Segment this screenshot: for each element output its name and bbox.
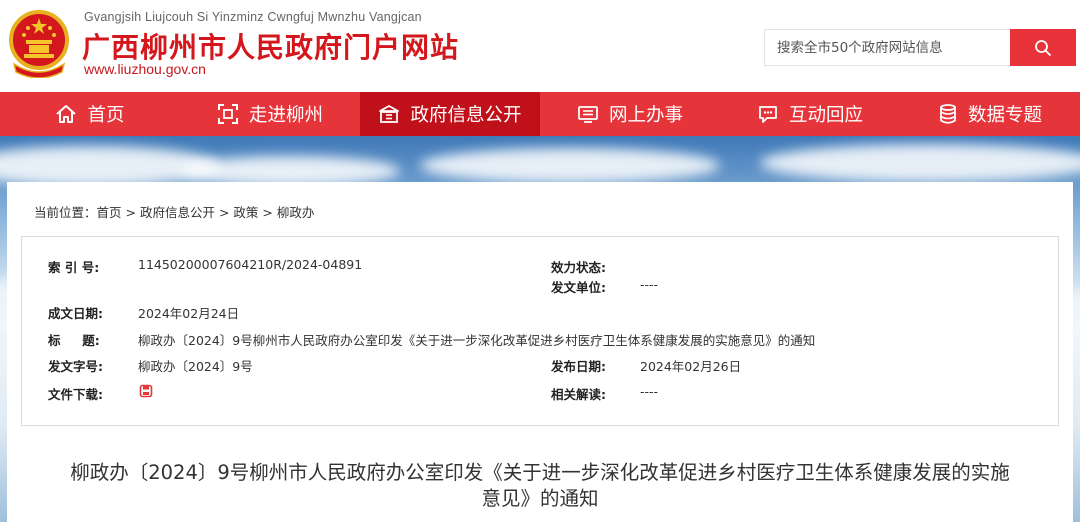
nav-home[interactable]: 首页 bbox=[0, 92, 180, 136]
site-pinyin: Gvangjsih Liujcouh Si Yinzminz Cwngfuj M… bbox=[84, 10, 422, 24]
document-title: 柳政办〔2024〕9号柳州市人民政府办公室印发《关于进一步深化改革促进乡村医疗卫… bbox=[7, 460, 1073, 512]
breadcrumb-sep: > bbox=[121, 205, 140, 220]
index-label: 索 引 号: bbox=[48, 260, 100, 275]
nav-online-services[interactable]: 网上办事 bbox=[540, 92, 720, 136]
status-label: 效力状态: bbox=[551, 260, 606, 275]
nav-data-topics[interactable]: 数据专题 bbox=[900, 92, 1080, 136]
monitor-icon bbox=[578, 106, 598, 123]
related-value: ---- bbox=[640, 384, 659, 399]
main-nav: 首页 走进柳州 政府信息公开 网上办事 互动回应 数据专题 bbox=[0, 92, 1080, 136]
nav-label: 走进柳州 bbox=[248, 105, 323, 126]
unit-value: ---- bbox=[640, 277, 659, 292]
site-title[interactable]: 广西柳州市人民政府门户网站 bbox=[82, 26, 459, 66]
nav-label: 网上办事 bbox=[608, 105, 683, 126]
breadcrumb-sep: > bbox=[258, 205, 277, 220]
document-info-table: 索 引 号: 11450200007604210R/2024-04891 效力状… bbox=[21, 236, 1059, 426]
document-title-line2: 意见》的通知 bbox=[481, 487, 599, 510]
breadcrumb-current[interactable]: 柳政办 bbox=[277, 205, 315, 220]
nav-interaction[interactable]: 互动回应 bbox=[720, 92, 900, 136]
chat-icon bbox=[759, 106, 777, 123]
nav-label: 数据专题 bbox=[967, 105, 1042, 126]
nav-label: 互动回应 bbox=[788, 105, 863, 126]
nav-about-liuzhou[interactable]: 走进柳州 bbox=[180, 92, 360, 136]
index-value: 11450200007604210R/2024-04891 bbox=[138, 257, 363, 272]
nav-label: 首页 bbox=[87, 105, 125, 126]
breadcrumb: 当前位置：首页 > 政府信息公开 > 政策 > 柳政办 bbox=[34, 202, 314, 221]
docno-value: 柳政办〔2024〕9号 bbox=[138, 359, 253, 374]
breadcrumb-gov-info[interactable]: 政府信息公开 bbox=[140, 205, 215, 220]
related-label: 相关解读: bbox=[551, 387, 606, 402]
pdf-download-icon[interactable] bbox=[139, 384, 153, 398]
pubdate-value: 2024年02月26日 bbox=[640, 359, 742, 374]
building-icon bbox=[379, 105, 400, 123]
database-icon bbox=[940, 104, 956, 124]
pubdate-label: 发布日期: bbox=[551, 359, 606, 374]
search-input[interactable] bbox=[764, 29, 1010, 66]
content-card: 当前位置：首页 > 政府信息公开 > 政策 > 柳政办 索 引 号: 11450… bbox=[7, 182, 1073, 522]
site-url[interactable]: www.liuzhou.gov.cn bbox=[84, 61, 206, 77]
document-title-line1: 柳政办〔2024〕9号柳州市人民政府办公室印发《关于进一步深化改革促进乡村医疗卫… bbox=[70, 461, 1010, 484]
search-bar bbox=[764, 29, 1076, 66]
home-icon bbox=[56, 105, 77, 123]
search-icon bbox=[1035, 39, 1051, 56]
nav-gov-info[interactable]: 政府信息公开 bbox=[360, 92, 540, 136]
docno-label: 发文字号: bbox=[48, 359, 103, 374]
breadcrumb-sep: > bbox=[214, 205, 234, 220]
download-label: 文件下载: bbox=[48, 387, 103, 402]
title-label: 标 题: bbox=[48, 333, 100, 348]
unit-label: 发文单位: bbox=[551, 280, 606, 295]
site-header: Gvangjsih Liujcouh Si Yinzminz Cwngfuj M… bbox=[0, 0, 1080, 92]
national-emblem-icon bbox=[9, 10, 69, 78]
breadcrumb-home[interactable]: 首页 bbox=[97, 205, 122, 220]
breadcrumb-policy[interactable]: 政策 bbox=[233, 205, 258, 220]
title-value: 柳政办〔2024〕9号柳州市人民政府办公室印发《关于进一步深化改革促进乡村医疗卫… bbox=[138, 333, 816, 348]
search-button[interactable] bbox=[1010, 29, 1076, 66]
date-value: 2024年02月24日 bbox=[138, 306, 240, 321]
scan-icon bbox=[217, 104, 238, 124]
breadcrumb-prefix: 当前位置： bbox=[34, 205, 97, 220]
date-label: 成文日期: bbox=[48, 306, 103, 321]
nav-label: 政府信息公开 bbox=[410, 105, 522, 126]
